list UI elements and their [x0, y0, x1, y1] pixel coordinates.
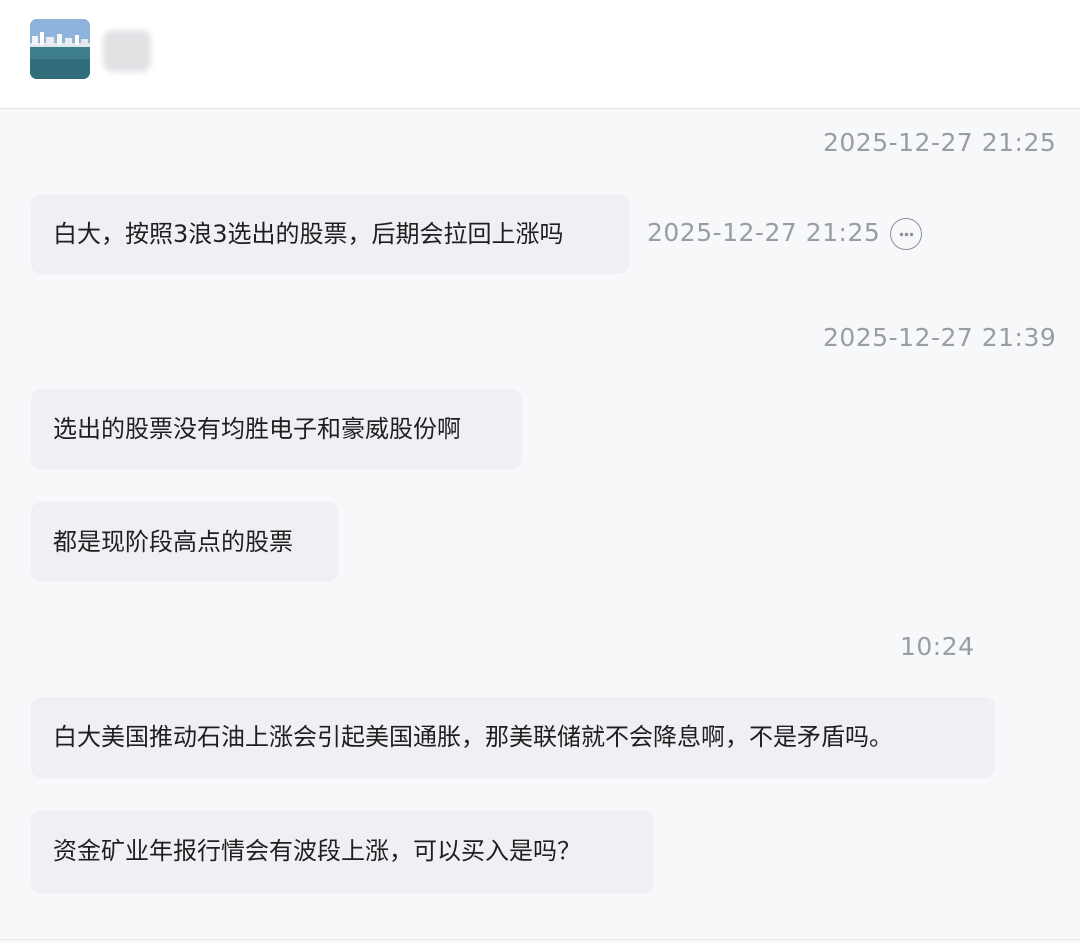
message-bubble[interactable]: 资金矿业年报行情会有波段上涨，可以买入是吗？	[31, 810, 653, 893]
contact-name-redacted	[103, 30, 151, 72]
message-inline-timestamp: 2025-12-27 21:25	[647, 218, 881, 247]
message-text: 都是现阶段高点的股票	[53, 528, 293, 556]
more-options-button[interactable]	[890, 218, 922, 250]
message-timestamp: 10:24	[900, 632, 975, 661]
divider	[0, 939, 1080, 940]
chat-header	[0, 0, 1080, 109]
message-text: 资金矿业年报行情会有波段上涨，可以买入是吗？	[53, 837, 581, 865]
message-text: 白大美国推动石油上涨会引起美国通胀，那美联储就不会降息啊，不是矛盾吗。	[53, 723, 893, 751]
message-list[interactable]: 2025-12-27 21:25 白大，按照3浪3选出的股票，后期会拉回上涨吗 …	[0, 109, 1080, 939]
message-bubble[interactable]: 白大，按照3浪3选出的股票，后期会拉回上涨吗	[31, 194, 629, 274]
message-text: 白大，按照3浪3选出的股票，后期会拉回上涨吗	[53, 220, 564, 248]
landscape-avatar-icon	[30, 19, 90, 79]
message-bubble[interactable]: 都是现阶段高点的股票	[31, 502, 338, 582]
message-timestamp: 2025-12-27 21:39	[823, 323, 1057, 352]
contact-avatar[interactable]	[30, 19, 90, 79]
message-bubble[interactable]: 白大美国推动石油上涨会引起美国通胀，那美联储就不会降息啊，不是矛盾吗。	[31, 697, 995, 778]
more-options-icon	[899, 232, 914, 237]
message-timestamp: 2025-12-27 21:25	[823, 128, 1057, 157]
message-bubble[interactable]: 选出的股票没有均胜电子和豪威股份啊	[31, 389, 522, 469]
message-text: 选出的股票没有均胜电子和豪威股份啊	[53, 415, 461, 443]
